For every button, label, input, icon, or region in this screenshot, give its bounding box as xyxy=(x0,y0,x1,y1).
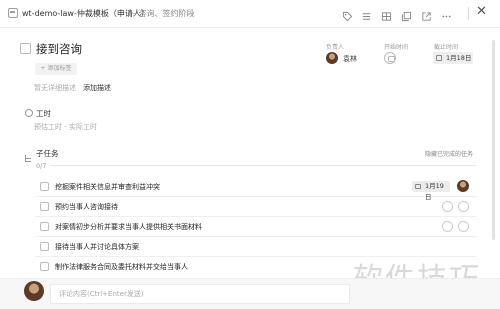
header-bar: wt-demo-law-仲裁模板（申请人） – 咨询、签约阶段 ⌄ ✕ xyxy=(0,0,500,28)
set-date-icon[interactable] xyxy=(442,221,453,232)
due-time-label: 截止时间 xyxy=(434,44,459,51)
owner-name[interactable]: 袁林 xyxy=(343,54,357,64)
subtask-checkbox[interactable] xyxy=(40,262,49,271)
copy-icon[interactable] xyxy=(401,7,412,22)
board-icon[interactable] xyxy=(381,7,392,21)
task-complete-checkbox[interactable] xyxy=(20,43,31,54)
subtask-checkbox[interactable] xyxy=(40,182,49,191)
hide-completed-link[interactable]: 隐藏已完成的任务 xyxy=(425,149,473,158)
add-tag-button[interactable]: + 添加标签 xyxy=(35,63,77,75)
list-icon[interactable] xyxy=(361,7,372,20)
subtask-title[interactable]: 预约当事人咨询接待 xyxy=(55,202,118,212)
subtask-icon xyxy=(24,148,33,162)
subtask-title[interactable]: 挖掘案件相关信息并审查利益冲突 xyxy=(55,182,160,192)
worktime-value[interactable]: 预估工时 - 实际工时 xyxy=(34,122,97,132)
subtask-checkbox[interactable] xyxy=(40,222,49,231)
calendar-icon[interactable] xyxy=(384,52,396,64)
subtasks-count: 0/7 xyxy=(36,162,47,170)
clock-icon xyxy=(25,109,33,117)
toolbar-divider xyxy=(468,7,469,20)
subtask-title[interactable]: 对案情初步分析并要求当事人提供相关书面材料 xyxy=(55,222,202,232)
owner-label: 负责人 xyxy=(326,44,345,51)
add-description-link[interactable]: 添加描述 xyxy=(83,83,111,93)
subtask-row[interactable]: 挖掘案件相关信息并审查利益冲突 1月19日 xyxy=(35,177,476,201)
due-date-chip[interactable]: 1月18日 xyxy=(433,52,473,64)
task-title[interactable]: 接到咨询 xyxy=(36,41,82,57)
subtask-row[interactable]: 对案情初步分析并要求当事人提供相关书面材料 xyxy=(35,217,476,237)
share-icon[interactable] xyxy=(421,7,432,21)
owner-avatar[interactable] xyxy=(326,52,338,64)
more-icon[interactable] xyxy=(441,7,452,18)
project-icon xyxy=(8,8,18,18)
chevron-down-icon[interactable]: ⌄ xyxy=(190,8,196,16)
subtask-checkbox[interactable] xyxy=(40,202,49,211)
scrollbar-thumb[interactable] xyxy=(492,40,495,240)
comment-input[interactable] xyxy=(50,284,350,304)
worktime-label: 工时 xyxy=(36,109,51,118)
subtasks-label: 子任务 xyxy=(36,149,59,158)
subtask-owner-avatar[interactable] xyxy=(457,180,469,192)
set-date-icon[interactable] xyxy=(442,201,453,212)
stage-breadcrumb[interactable]: – 咨询、签约阶段 xyxy=(132,8,195,19)
subtask-title[interactable]: 制作法律服务合同及委托材料并交给当事人 xyxy=(55,262,188,272)
tag-icon[interactable] xyxy=(342,7,353,22)
assign-user-icon[interactable] xyxy=(458,221,469,232)
calendar-icon xyxy=(415,184,421,189)
subtask-checkbox[interactable] xyxy=(40,242,49,251)
subtasks-progress-bar xyxy=(50,165,476,166)
close-icon[interactable]: ✕ xyxy=(476,4,487,19)
current-user-avatar xyxy=(24,281,44,301)
subtask-row[interactable]: 预约当事人咨询接待 xyxy=(35,197,476,217)
subtask-title[interactable]: 接待当事人并讨论具体方案 xyxy=(55,242,139,252)
calendar-icon xyxy=(436,55,442,61)
description-empty-text: 暂无详细描述 xyxy=(34,84,76,92)
start-time-label: 开始时间 xyxy=(384,44,409,51)
subtask-due-chip[interactable]: 1月19日 xyxy=(412,181,450,201)
project-breadcrumb[interactable]: wt-demo-law-仲裁模板（申请人） xyxy=(22,8,149,19)
assign-user-icon[interactable] xyxy=(458,201,469,212)
due-date-value: 1月18日 xyxy=(446,54,472,62)
